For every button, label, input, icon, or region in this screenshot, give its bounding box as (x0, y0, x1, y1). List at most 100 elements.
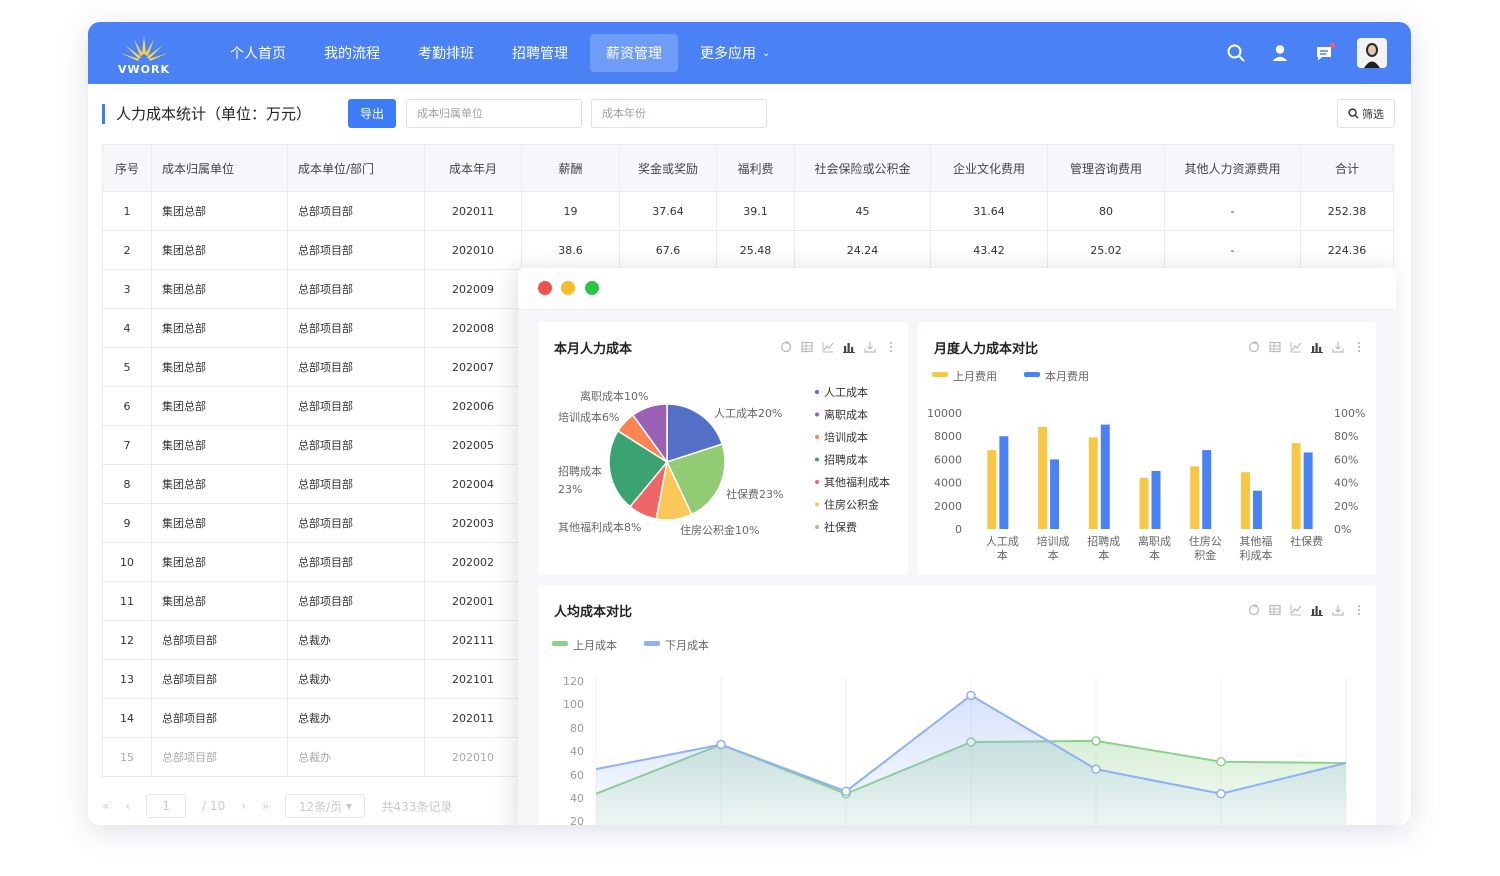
last-page-icon[interactable]: » (262, 799, 269, 813)
nav-item-2[interactable]: 考勤排班 (402, 34, 490, 72)
table-cell: 总部项目部 (287, 347, 425, 387)
legend-swatch (552, 641, 568, 646)
nav-item-0[interactable]: 个人首页 (214, 34, 302, 72)
column-header[interactable]: 社会保险或公积金 (794, 144, 931, 192)
legend-item: 上月费用 (953, 370, 997, 383)
export-button[interactable]: 导出 (348, 99, 396, 128)
bar (1190, 466, 1200, 529)
table-cell: 252.38 (1300, 191, 1394, 231)
table-cell: 45 (794, 191, 931, 231)
nav-item-4[interactable]: 薪资管理 (590, 34, 678, 72)
bar (1139, 477, 1149, 529)
cost-month-input[interactable]: 成本年份 (591, 99, 767, 128)
table-cell: 12 (102, 620, 152, 660)
first-page-icon[interactable]: « (102, 799, 109, 813)
table-cell: 总裁办 (287, 659, 425, 699)
record-summary: 共433条记录 (381, 799, 453, 814)
window-maximize-button[interactable] (585, 281, 599, 295)
pie-slice-label: 住房公积金10% (680, 523, 759, 537)
legend-dot (815, 435, 819, 439)
column-header[interactable]: 奖金或奖励 (619, 144, 717, 192)
table-cell: 202008 (424, 308, 522, 348)
bar (999, 436, 1009, 529)
window-close-button[interactable] (538, 281, 552, 295)
message-icon[interactable] (1313, 42, 1335, 64)
x-tick-label: 本 (1149, 548, 1160, 562)
search-icon[interactable] (1225, 42, 1247, 64)
column-header[interactable]: 企业文化费用 (930, 144, 1048, 192)
table-cell: 202007 (424, 347, 522, 387)
table-cell: 202005 (424, 425, 522, 465)
legend-dot (815, 525, 819, 529)
x-tick-label: 利成本 (1239, 548, 1272, 562)
table-cell: 202004 (424, 464, 522, 504)
table-cell: 4 (102, 308, 152, 348)
filter-button[interactable]: 筛选 (1337, 99, 1395, 128)
table-row[interactable]: 2 集团总部 总部项目部 202010 38.6 67.6 25.48 24.24 43.42 2… (102, 230, 1394, 270)
table-cell: 224.36 (1300, 230, 1394, 270)
column-header[interactable]: 成本年月 (424, 144, 522, 192)
table-cell: 总部项目部 (151, 698, 288, 738)
table-cell: 202010 (424, 230, 522, 270)
column-header[interactable]: 福利费 (716, 144, 795, 192)
y-right-tick-label: 80% (1334, 430, 1358, 443)
page-number-input[interactable]: 1 (146, 794, 187, 818)
column-header[interactable]: 合计 (1300, 144, 1394, 192)
window-minimize-button[interactable] (561, 281, 575, 295)
column-header[interactable]: 薪酬 (521, 144, 620, 192)
nav-item-label: 薪资管理 (606, 46, 662, 62)
main-nav: 个人首页 我的流程 考勤排班 招聘管理 薪资管理 更多应用 ⌄ (214, 22, 792, 84)
app-window: VWORK 个人首页 我的流程 考勤排班 招聘管理 薪资管理 更多应用 ⌄ 人力成本统计（单… (88, 22, 1411, 825)
table-cell: - (1164, 230, 1301, 270)
bar (1303, 452, 1313, 529)
chevron-down-icon: ⌄ (762, 47, 771, 59)
y-tick-label: 4000 (934, 477, 962, 490)
pagination: « ‹ 1 / 10 › » 12条/页 ▾ 共433条记录 (102, 794, 452, 818)
vwork-logo[interactable]: VWORK (114, 32, 174, 76)
nav-item-5[interactable]: 更多应用 ⌄ (684, 34, 786, 72)
bar (1202, 450, 1212, 529)
legend-item: 住房公积金 (824, 498, 879, 512)
legend-dot (815, 457, 819, 462)
next-page-icon[interactable]: › (241, 799, 246, 813)
table-cell: 总部项目部 (287, 308, 425, 348)
nav-item-label: 个人首页 (230, 46, 286, 62)
bar (1291, 443, 1301, 529)
table-cell: 集团总部 (151, 425, 288, 465)
legend-swatch (644, 641, 660, 646)
y-tick-label: 120 (563, 675, 584, 688)
column-header[interactable]: 成本单位/部门 (287, 144, 425, 192)
table-cell: 202101 (424, 659, 522, 699)
prev-page-icon[interactable]: ‹ (125, 799, 130, 813)
table-row[interactable]: 1 集团总部 总部项目部 202011 19 37.64 39.1 45 31.64 80-252… (102, 191, 1394, 231)
table-cell: 总部项目部 (287, 191, 425, 231)
x-tick-label: 社保费 (1290, 534, 1323, 548)
nav-item-3[interactable]: 招聘管理 (496, 34, 584, 72)
column-header[interactable]: 成本归属单位 (151, 144, 288, 192)
avatar[interactable] (1357, 38, 1387, 68)
table-cell: 集团总部 (151, 542, 288, 582)
nav-item-label: 考勤排班 (418, 46, 474, 62)
x-tick-label: 本 (1048, 548, 1059, 562)
y-tick-label: 10000 (927, 407, 962, 420)
y-tick-label: 2000 (934, 500, 962, 513)
x-tick-label: 积金 (1194, 548, 1216, 562)
column-header[interactable]: 管理咨询费用 (1047, 144, 1165, 192)
x-tick-label: 本 (997, 548, 1008, 562)
table-cell: 总部项目部 (287, 230, 425, 270)
page-total: / 10 (202, 799, 226, 813)
user-icon[interactable] (1269, 42, 1291, 64)
page-size-select[interactable]: 12条/页 ▾ (285, 794, 366, 818)
column-header[interactable]: 其他人力资源费用 (1164, 144, 1301, 192)
nav-item-1[interactable]: 我的流程 (308, 34, 396, 72)
data-point (716, 739, 726, 750)
x-tick-label: 本 (1098, 548, 1109, 562)
table-cell: 总裁办 (287, 620, 425, 660)
table-cell: 9 (102, 503, 152, 543)
data-point (1216, 789, 1226, 799)
y-tick-label: 40 (570, 792, 584, 805)
y-tick-label: 80 (570, 722, 584, 735)
column-header[interactable]: 序号 (102, 144, 152, 192)
cost-unit-input[interactable]: 成本归属单位 (406, 99, 582, 128)
table-cell: 202111 (424, 620, 522, 660)
